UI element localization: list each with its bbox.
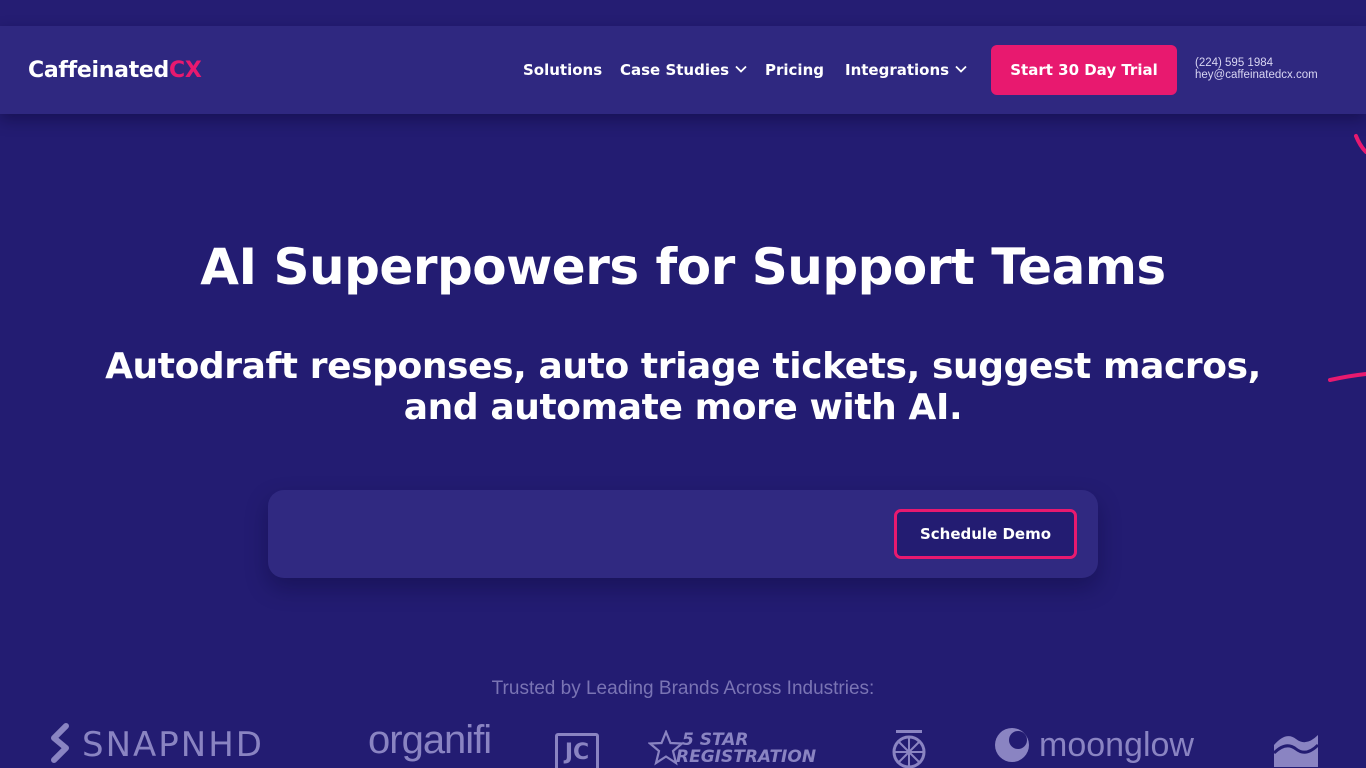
nav-pricing-label: Pricing: [765, 61, 824, 79]
site-header: CaffeinatedCX Solutions Case Studies Pri…: [0, 26, 1366, 114]
contact-info: (224) 595 1984 hey@caffeinatedcx.com: [1195, 57, 1318, 81]
hero-subtitle: Autodraft responses, auto triage tickets…: [40, 346, 1326, 428]
star-logo-icon: [648, 730, 684, 766]
nav-integrations[interactable]: Integrations: [845, 61, 967, 79]
trusted-heading: Trusted by Leading Brands Across Industr…: [491, 678, 875, 699]
nav-solutions[interactable]: Solutions: [523, 61, 602, 79]
chevron-down-icon: [955, 65, 967, 73]
email-input[interactable]: [292, 510, 872, 558]
demo-signup-box: Schedule Demo: [268, 490, 1098, 578]
emblem-logo-icon: [892, 730, 926, 768]
nav-pricing[interactable]: Pricing: [765, 61, 824, 79]
nav-case-studies[interactable]: Case Studies: [620, 61, 747, 79]
snapnhd-logo-icon: [51, 723, 69, 763]
nav-integrations-label: Integrations: [845, 61, 950, 79]
start-trial-button[interactable]: Start 30 Day Trial: [991, 45, 1177, 95]
logo-text: Caffeinated: [28, 58, 169, 83]
wave-logo-icon: [1272, 735, 1320, 767]
chevron-down-icon: [735, 65, 747, 73]
hero-title: AI Superpowers for Support Teams: [200, 238, 1166, 296]
moonglow-logo-icon: [995, 728, 1029, 762]
nav-case-studies-label: Case Studies: [620, 61, 730, 79]
top-strip: [0, 0, 1366, 26]
brand-logo-5-star-registration: 5 STAR REGISTRATION: [648, 730, 817, 767]
contact-phone[interactable]: (224) 595 1984: [1195, 57, 1318, 69]
schedule-demo-label: Schedule Demo: [919, 525, 1052, 543]
brand-moonglow-text: moonglow: [1039, 726, 1194, 764]
hero-subtitle-line-1: Autodraft responses, auto triage tickets…: [105, 346, 1261, 387]
hero-subtitle-line-2: and automate more with AI.: [403, 387, 963, 428]
logo-accent: CX: [169, 58, 202, 83]
nav-solutions-label: Solutions: [523, 61, 603, 79]
brand-snapnhd-text: SNAPNHD: [82, 725, 264, 765]
contact-email[interactable]: hey@caffeinatedcx.com: [1195, 69, 1318, 81]
schedule-demo-button[interactable]: Schedule Demo: [894, 509, 1077, 559]
brand-logo-moonglow: moonglow: [993, 726, 1194, 765]
brand-logo-jc: JC: [555, 733, 599, 768]
site-logo[interactable]: CaffeinatedCX: [28, 58, 202, 83]
brand-logo-snapnhd: SNAPNHD: [46, 722, 264, 765]
brand-5-star-line-2: REGISTRATION: [676, 747, 817, 767]
brand-logo-organifi: organifi: [368, 718, 492, 762]
start-trial-label: Start 30 Day Trial: [1010, 61, 1158, 79]
